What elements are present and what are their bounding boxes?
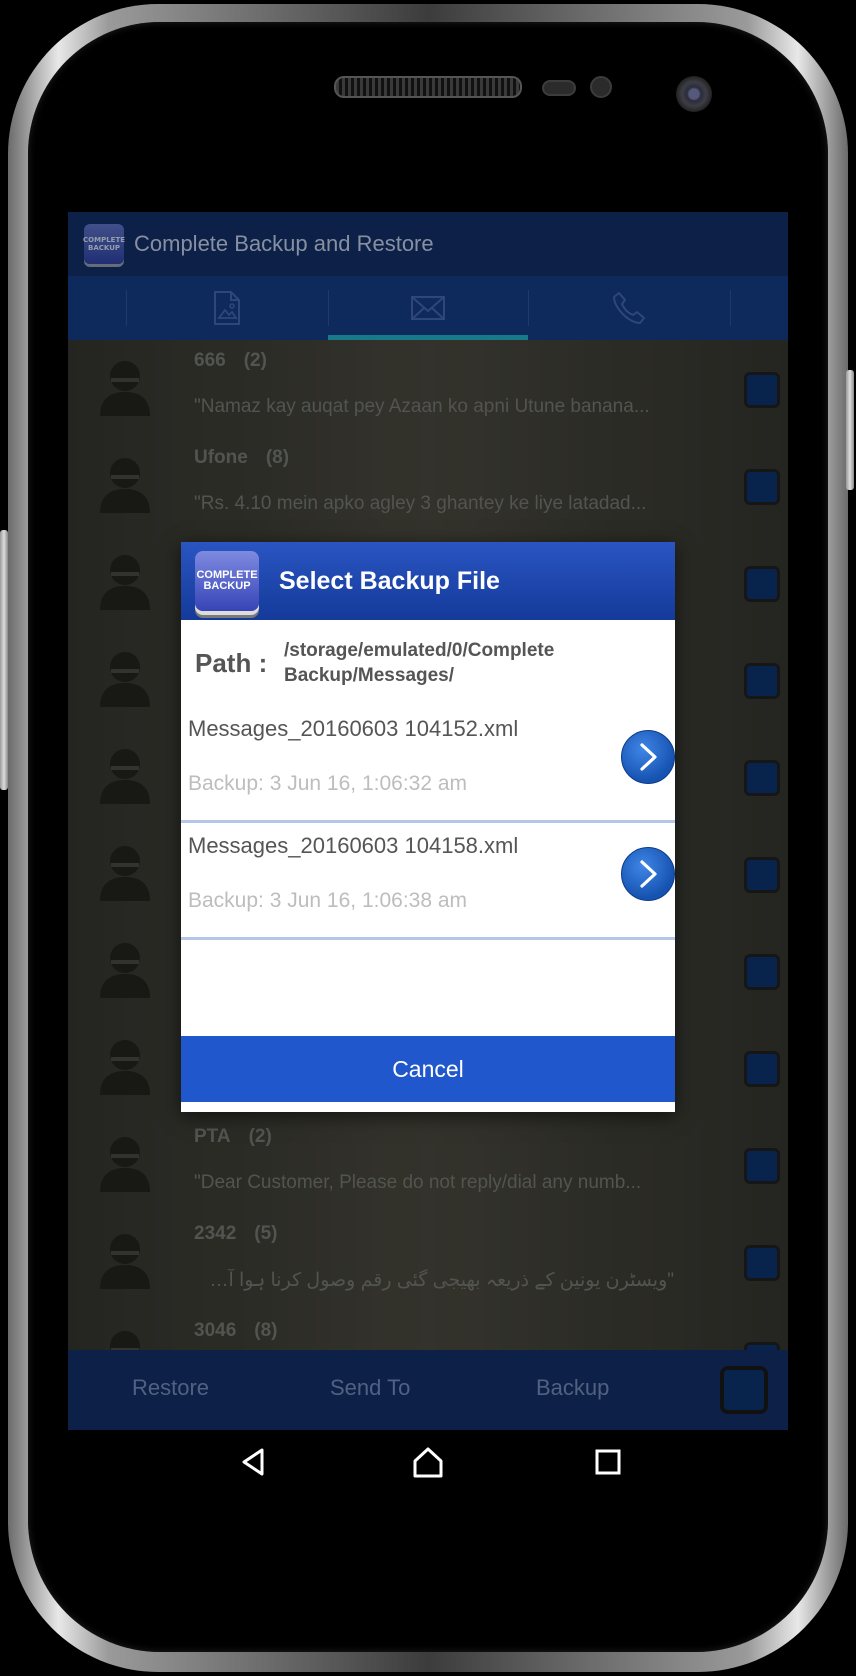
- light-sensor: [590, 76, 612, 98]
- select-backup-dialog: COMPLETE BACKUP Select Backup File Path :…: [181, 542, 675, 1112]
- file-date: Backup: 3 Jun 16, 1:06:38 am: [188, 889, 468, 912]
- open-file-button[interactable]: [621, 730, 675, 784]
- back-icon[interactable]: [236, 1444, 272, 1480]
- cancel-button[interactable]: Cancel: [181, 1036, 675, 1102]
- recents-icon[interactable]: [590, 1444, 626, 1480]
- earpiece-speaker: [334, 76, 522, 98]
- file-name: Messages_20160603 104158.xml: [188, 833, 519, 858]
- home-icon[interactable]: [410, 1444, 446, 1480]
- screen: COMPLETE BACKUP Complete Backup and Resto…: [68, 212, 788, 1492]
- dialog-app-logo: COMPLETE BACKUP: [195, 551, 259, 611]
- open-file-button[interactable]: [621, 847, 675, 901]
- volume-button: [846, 370, 854, 490]
- file-date: Backup: 3 Jun 16, 1:06:32 am: [188, 772, 468, 795]
- file-name: Messages_20160603 104152.xml: [188, 716, 519, 741]
- front-camera: [676, 76, 712, 112]
- chevron-right-icon: [640, 743, 657, 771]
- dialog-title: Select Backup File: [279, 566, 500, 595]
- path-value: /storage/emulated/0/Complete Backup/Mess…: [284, 640, 555, 686]
- backup-file-item[interactable]: Messages_20160603 104158.xml Backup: 3 J…: [181, 821, 675, 940]
- proximity-sensor: [542, 80, 576, 96]
- side-button: [0, 530, 8, 790]
- dialog-header: COMPLETE BACKUP Select Backup File: [181, 542, 675, 620]
- backup-file-item[interactable]: Messages_20160603 104152.xml Backup: 3 J…: [181, 704, 675, 823]
- path-label: Path :: [195, 648, 268, 678]
- chevron-right-icon: [640, 860, 657, 888]
- system-nav-bar: [68, 1430, 788, 1492]
